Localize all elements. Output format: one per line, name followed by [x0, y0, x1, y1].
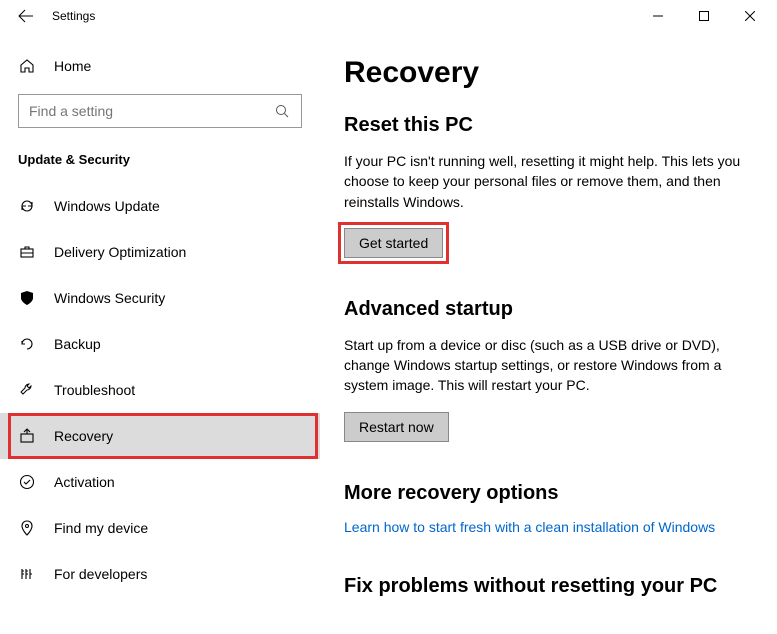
backup-icon [18, 336, 36, 352]
home-icon [18, 58, 36, 74]
reset-title: Reset this PC [344, 114, 755, 137]
sidebar: Home Update & Security Windows Update De… [0, 32, 320, 634]
maximize-button[interactable] [681, 0, 727, 32]
close-icon [745, 11, 755, 21]
sync-icon [18, 198, 36, 214]
shield-icon [18, 290, 36, 306]
reset-text: If your PC isn't running well, resetting… [344, 151, 754, 212]
category-label: Update & Security [0, 142, 320, 183]
sidebar-item-activation[interactable]: Activation [0, 459, 320, 505]
check-circle-icon [18, 474, 36, 490]
sidebar-item-find-my-device[interactable]: Find my device [0, 505, 320, 551]
sidebar-item-label: Delivery Optimization [54, 244, 186, 260]
search-icon [275, 104, 291, 118]
minimize-button[interactable] [635, 0, 681, 32]
main-content: Recovery Reset this PC If your PC isn't … [320, 32, 777, 634]
title-bar: Settings [0, 0, 777, 32]
sidebar-item-windows-security[interactable]: Windows Security [0, 275, 320, 321]
location-icon [18, 520, 36, 536]
minimize-icon [653, 11, 663, 21]
close-button[interactable] [727, 0, 773, 32]
page-title: Recovery [344, 56, 755, 90]
nav-list: Windows Update Delivery Optimization Win… [0, 183, 320, 597]
window-controls [635, 0, 773, 32]
maximize-icon [699, 11, 709, 21]
sidebar-item-delivery-optimization[interactable]: Delivery Optimization [0, 229, 320, 275]
arrow-left-icon [18, 8, 34, 24]
delivery-icon [18, 244, 36, 260]
search-box[interactable] [18, 94, 302, 128]
fix-title: Fix problems without resetting your PC [344, 575, 755, 598]
sidebar-item-label: Troubleshoot [54, 382, 135, 398]
fresh-install-link[interactable]: Learn how to start fresh with a clean in… [344, 519, 755, 535]
sidebar-item-label: For developers [54, 566, 147, 582]
sidebar-item-label: Backup [54, 336, 101, 352]
advanced-text: Start up from a device or disc (such as … [344, 335, 754, 396]
get-started-button[interactable]: Get started [344, 228, 443, 258]
sidebar-item-windows-update[interactable]: Windows Update [0, 183, 320, 229]
advanced-title: Advanced startup [344, 298, 755, 321]
sidebar-item-label: Windows Security [54, 290, 165, 306]
home-nav[interactable]: Home [0, 44, 320, 88]
search-input[interactable] [29, 103, 275, 119]
restart-now-button[interactable]: Restart now [344, 412, 449, 442]
wrench-icon [18, 382, 36, 398]
sidebar-item-label: Find my device [54, 520, 148, 536]
developers-icon [18, 566, 36, 582]
sidebar-item-for-developers[interactable]: For developers [0, 551, 320, 597]
more-title: More recovery options [344, 482, 755, 505]
sidebar-item-label: Recovery [54, 428, 113, 444]
sidebar-item-recovery[interactable]: Recovery [0, 413, 320, 459]
window-title: Settings [52, 9, 95, 23]
sidebar-item-label: Activation [54, 474, 115, 490]
sidebar-item-label: Windows Update [54, 198, 160, 214]
back-button[interactable] [4, 0, 48, 32]
recovery-icon [18, 428, 36, 444]
sidebar-item-backup[interactable]: Backup [0, 321, 320, 367]
sidebar-item-troubleshoot[interactable]: Troubleshoot [0, 367, 320, 413]
home-label: Home [54, 58, 91, 74]
